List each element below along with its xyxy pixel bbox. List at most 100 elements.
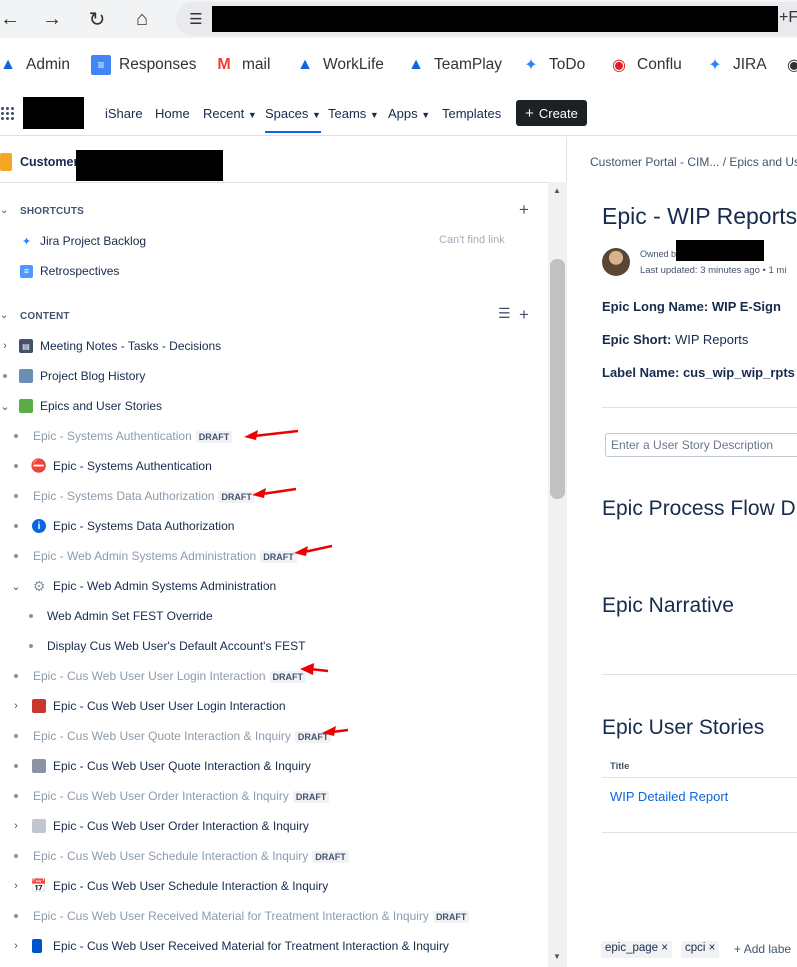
label-chip[interactable]: epic_page × — [601, 941, 672, 958]
chevron-down-icon: ▼ — [421, 110, 431, 120]
bookmark-jira[interactable]: ✦ JIRA — [705, 54, 766, 76]
tree-item-draft[interactable]: Epic - Cus Web User Schedule Interaction… — [0, 844, 548, 868]
chevron-right-icon[interactable]: › — [0, 340, 10, 352]
tree-item[interactable]: ⌄ ⚙ Epic - Web Admin Systems Administrat… — [0, 574, 548, 598]
narrative-heading: Epic Narrative — [602, 594, 734, 617]
chevron-right-icon[interactable]: › — [11, 820, 21, 832]
tree-item-draft[interactable]: Epic - Cus Web User User Login Interacti… — [0, 663, 548, 688]
add-label-button[interactable]: + Add labe — [734, 942, 791, 956]
tree-item[interactable]: Epic - Cus Web User Quote Interaction & … — [0, 754, 548, 778]
reload-icon[interactable]: ↻ — [83, 5, 111, 33]
draft-badge: DRAFT — [312, 850, 349, 863]
red-arrow-annotation — [294, 544, 333, 556]
draft-badge: DRAFT — [432, 910, 470, 923]
tree-item[interactable]: i Epic - Systems Data Authorization — [0, 514, 548, 538]
redacted-logo — [23, 97, 84, 129]
chevron-down-icon[interactable]: ⌄ — [0, 400, 10, 413]
epic-long-name: Epic Long Name: WIP E-Sign — [602, 299, 781, 314]
label-name: Label Name: cus_wip_wip_rpts — [602, 365, 795, 380]
tree-item-draft[interactable]: Epic - Cus Web User Received Material fo… — [0, 904, 548, 928]
jira-icon: ✦ — [21, 235, 32, 248]
forward-arrow-icon[interactable]: → — [38, 5, 66, 33]
tree-item[interactable]: › Epic - Cus Web User User Login Interac… — [0, 694, 548, 718]
tree-item[interactable]: Display Cus Web User's Default Account's… — [0, 634, 548, 658]
app-switcher-icon[interactable] — [0, 106, 14, 120]
home-icon[interactable]: ⌂ — [128, 5, 156, 33]
nav-home[interactable]: Home — [155, 106, 190, 121]
tree-item[interactable]: › ▤ Meeting Notes - Tasks - Decisions — [0, 334, 548, 358]
close-icon[interactable]: × — [661, 942, 668, 954]
create-button[interactable]: + Create — [516, 100, 587, 126]
breadcrumb[interactable]: Customer Portal - CIM... / Epics and Us — [590, 155, 797, 169]
add-content-icon[interactable]: + — [519, 305, 529, 325]
tree-item[interactable]: › Epic - Cus Web User Received Material … — [0, 934, 548, 958]
bookmark-admin[interactable]: ▲ Admin — [0, 54, 70, 76]
notebook-icon: ▤ — [19, 339, 33, 353]
chevron-right-icon[interactable]: › — [11, 700, 21, 712]
bookmark-overflow-icon[interactable]: ◉ — [784, 54, 797, 76]
calendar-icon: 📅 — [30, 878, 48, 893]
chevron-down-icon[interactable]: ⌄ — [11, 580, 21, 593]
bookmark-worklife[interactable]: ▲ WorkLife — [295, 54, 384, 76]
user-stories-heading: Epic User Stories — [602, 716, 765, 739]
red-arrow-annotation — [252, 487, 297, 498]
nav-recent[interactable]: Recent ▼ — [203, 106, 257, 121]
scroll-up-icon[interactable]: ▲ — [553, 186, 561, 195]
scroll-thumb[interactable] — [550, 259, 565, 499]
nav-templates[interactable]: Templates — [442, 106, 501, 121]
redacted-space-name — [76, 150, 223, 181]
red-arrow-annotation — [322, 726, 349, 736]
bookmark-mail[interactable]: M mail — [214, 54, 270, 76]
tree-item-draft[interactable]: Epic - Systems Data Authorization DRAFT — [0, 484, 548, 508]
tree-item[interactable]: ⛔ Epic - Systems Authentication — [0, 454, 548, 478]
tree-item[interactable]: › Epic - Cus Web User Order Interaction … — [0, 814, 548, 838]
tree-item[interactable]: ⌄ Epics and User Stories — [0, 394, 548, 418]
shortcut-retrospectives[interactable]: ≡ Retrospectives — [20, 264, 119, 278]
label-chip[interactable]: cpci × — [681, 941, 720, 958]
bookmark-todo[interactable]: ✦ ToDo — [521, 54, 585, 76]
no-entry-icon: ⛔ — [30, 458, 48, 473]
chevron-down-icon: ▼ — [312, 110, 321, 120]
nav-ishare[interactable]: iShare — [105, 106, 143, 121]
info-icon: i — [32, 519, 46, 533]
sidebar-scrollbar[interactable]: ▲ ▼ — [548, 182, 567, 967]
site-settings-icon[interactable]: ☰ — [182, 5, 210, 33]
tree-item[interactable]: › 📅 Epic - Cus Web User Schedule Interac… — [0, 874, 548, 898]
inbox-icon — [32, 699, 46, 713]
space-avatar-icon — [0, 153, 12, 171]
tree-item-draft[interactable]: Epic - Cus Web User Order Interaction & … — [0, 784, 548, 808]
scroll-down-icon[interactable]: ▼ — [553, 952, 561, 961]
user-story-input[interactable]: Enter a User Story Description — [605, 433, 797, 457]
avatar[interactable] — [602, 248, 630, 276]
divider — [602, 832, 797, 833]
gear-icon: ⚙ — [32, 577, 46, 594]
user-story-link[interactable]: WIP Detailed Report — [610, 789, 728, 804]
nav-apps[interactable]: Apps ▼ — [388, 106, 430, 121]
tree-item[interactable]: Project Blog History — [0, 364, 548, 388]
chevron-right-icon[interactable]: › — [11, 880, 21, 892]
space-header[interactable]: Customer P — [0, 137, 567, 183]
chevron-right-icon[interactable]: › — [11, 940, 21, 952]
bookmark-responses[interactable]: ≡ Responses — [91, 54, 197, 76]
tree-item-draft[interactable]: Epic - Web Admin Systems Administration D… — [0, 544, 548, 568]
filter-icon[interactable]: ☰ — [498, 305, 511, 322]
redacted-owner — [676, 240, 764, 261]
shortcut-jira-backlog[interactable]: ✦ Jira Project Backlog — [20, 234, 146, 248]
close-icon[interactable]: × — [709, 942, 716, 954]
collapse-content-icon[interactable]: ⌄ — [0, 310, 8, 321]
collapse-shortcuts-icon[interactable]: ⌄ — [0, 205, 8, 216]
tree-item-draft[interactable]: Epic - Cus Web User Quote Interaction & … — [0, 724, 548, 748]
red-arrow-annotation — [244, 429, 299, 440]
tree-item-draft[interactable]: Epic - Systems Authentication DRAFT — [0, 424, 548, 448]
bookmarks-bar: ▲ Admin ≡ Responses M mail ▲ WorkLife ▲ … — [0, 38, 797, 92]
nav-spaces[interactable]: Spaces ▼ — [265, 106, 321, 133]
bookmark-teamplay[interactable]: ▲ TeamPlay — [406, 54, 502, 76]
divider — [602, 777, 797, 778]
tree-item[interactable]: Web Admin Set FEST Override — [0, 604, 548, 628]
back-arrow-icon[interactable]: ← — [0, 5, 24, 33]
nav-teams[interactable]: Teams ▼ — [328, 106, 379, 121]
bookmark-conflu[interactable]: ◉ Conflu — [609, 54, 682, 76]
draft-badge: DRAFT — [292, 790, 330, 803]
divider — [602, 674, 797, 675]
add-shortcut-icon[interactable]: + — [519, 200, 529, 220]
